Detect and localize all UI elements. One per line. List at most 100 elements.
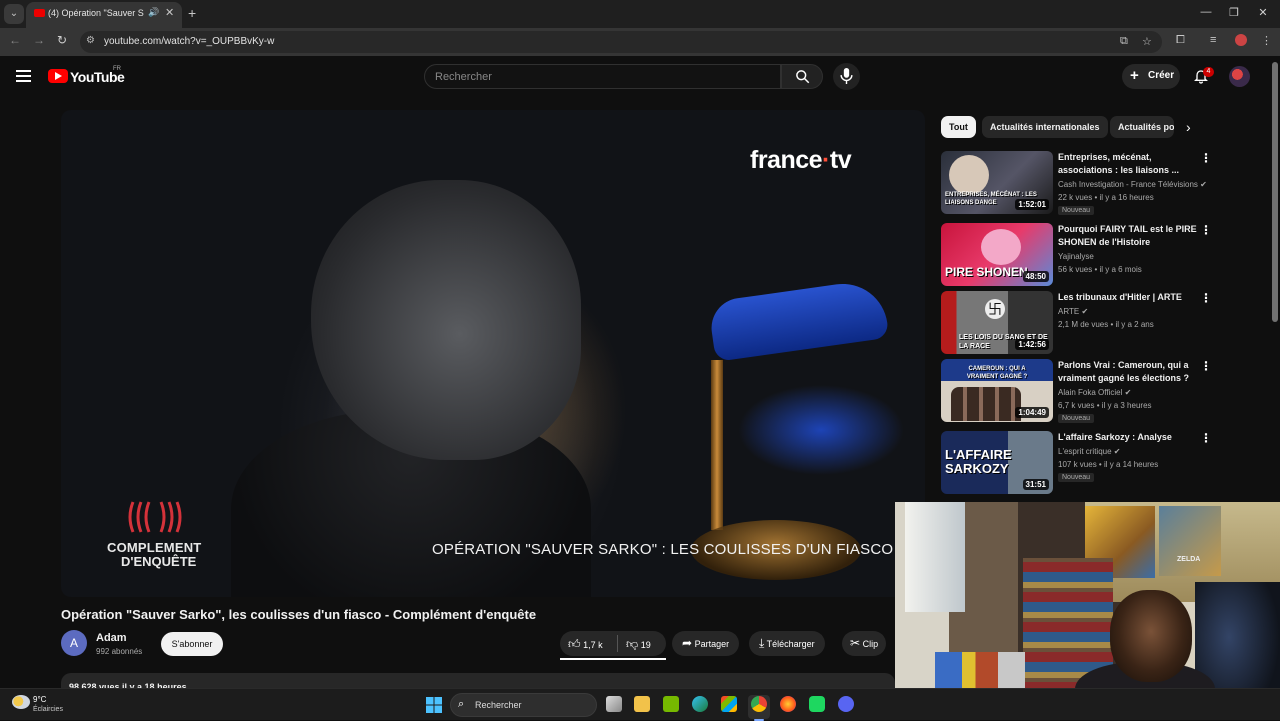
discord-icon[interactable] xyxy=(838,696,854,712)
share-button[interactable]: ➦ Partager xyxy=(672,631,740,656)
weather-partly-cloudy-icon[interactable] xyxy=(12,695,30,709)
nvidia-icon[interactable] xyxy=(663,696,679,712)
chip-all[interactable]: Tout xyxy=(941,116,976,138)
like-button[interactable]: 👍︎ 1,7 k xyxy=(568,637,603,652)
complement-enquete-line1: COMPLEMENT xyxy=(107,540,202,555)
like-separator xyxy=(617,635,618,652)
like-underline xyxy=(560,658,666,660)
search-input[interactable]: Rechercher xyxy=(424,64,781,89)
browser-tab-active[interactable]: (4) Opération "Sauver Sarko" 🔊 ✕ xyxy=(26,2,182,28)
related-video-title[interactable]: Entreprises, mécénat, associations : les… xyxy=(1058,151,1198,177)
related-video-card[interactable]: ENTREPRISES, MÉCÉNAT : LES LIAISONS DANG… xyxy=(941,151,1216,215)
chrome-menu-icon[interactable]: ⋮ xyxy=(1261,34,1272,47)
related-video-card[interactable]: 卐 LES LOIS DU SANG ET DE LA RACE 1:42:56… xyxy=(941,291,1216,355)
windows-start-icon[interactable] xyxy=(426,697,442,713)
reload-icon[interactable]: ↻ xyxy=(53,33,71,47)
channel-name-text: ARTE xyxy=(1058,307,1080,316)
related-video-thumbnail[interactable]: ENTREPRISES, MÉCÉNAT : LES LIAISONS DANG… xyxy=(941,151,1053,214)
minimize-icon[interactable]: — xyxy=(1196,6,1216,18)
browser-toolbar: ← → ↻ ⚙ youtube.com/watch?v=_OUPBBvKy-w … xyxy=(0,28,1280,56)
browser-tab-strip: ⌄ (4) Opération "Sauver Sarko" 🔊 ✕ + — ❐… xyxy=(0,0,1280,28)
search-button[interactable] xyxy=(781,64,823,89)
store-icon[interactable] xyxy=(721,696,737,712)
chip-political-news[interactable]: Actualités po xyxy=(1110,116,1174,138)
menu-icon[interactable] xyxy=(16,70,31,82)
related-video-meta: 2,1 M de vues • il y a 2 ans xyxy=(1058,320,1154,329)
related-video-channel: Alain Foka Officiel ✔ xyxy=(1058,388,1131,397)
more-options-icon[interactable]: ⋮ xyxy=(1200,151,1212,165)
weather-description[interactable]: Éclaircies xyxy=(33,706,63,713)
taskbar-search-input[interactable]: ⌕ Rechercher xyxy=(450,693,597,717)
related-video-thumbnail[interactable]: CAMEROUN : QUI A VRAIMENT GAGNÉ ? 1:04:4… xyxy=(941,359,1053,422)
related-video-title[interactable]: Les tribunaux d'Hitler | ARTE xyxy=(1058,291,1198,304)
reading-list-icon[interactable]: ≡ xyxy=(1210,34,1216,46)
thumbnail-portrait xyxy=(949,155,989,195)
app-green-icon[interactable] xyxy=(809,696,825,712)
more-options-icon[interactable]: ⋮ xyxy=(1200,431,1212,445)
complement-enquete-line2: D'ENQUÊTE xyxy=(121,554,197,569)
cast-icon[interactable]: ⧉ xyxy=(1120,35,1128,48)
clip-button[interactable]: ✂ Clip xyxy=(842,631,887,656)
thumbnail-text: PIRE SHONEN xyxy=(945,265,1028,279)
video-player[interactable]: france·tv COMPLEMENT D'ENQUÊTE OPÉRATION… xyxy=(61,110,925,597)
forward-icon[interactable]: → xyxy=(30,33,48,47)
youtube-logo-icon[interactable] xyxy=(48,69,68,83)
related-video-thumbnail[interactable]: PIRE SHONEN 48:50 xyxy=(941,223,1053,286)
voice-search-button[interactable] xyxy=(833,63,860,90)
thumbs-up-icon: 👍︎ xyxy=(568,637,581,651)
chip-international-news[interactable]: Actualités internationales xyxy=(982,116,1108,138)
bookmark-star-icon[interactable]: ☆ xyxy=(1142,35,1152,48)
related-video-thumbnail[interactable]: L'AFFAIRE SARKOZY 31:51 xyxy=(941,431,1053,494)
related-video-title[interactable]: Parlons Vrai : Cameroun, qui a vraiment … xyxy=(1058,359,1198,385)
france-tv-logo-suffix: tv xyxy=(829,146,852,174)
share-label: Partager xyxy=(694,639,730,649)
more-options-icon[interactable]: ⋮ xyxy=(1200,223,1212,237)
related-video-title[interactable]: L'affaire Sarkozy : Analyse xyxy=(1058,431,1198,444)
subscribe-button[interactable]: S'abonner xyxy=(161,632,223,656)
webcam-poster-text: ZELDA xyxy=(1177,556,1201,563)
file-explorer-icon[interactable] xyxy=(634,696,650,712)
download-button[interactable]: ⤓ Télécharger xyxy=(749,631,825,656)
site-info-icon[interactable]: ⚙ xyxy=(86,35,95,46)
webcam-person-head xyxy=(1110,590,1192,682)
page-scrollbar[interactable] xyxy=(1272,62,1278,322)
related-video-thumbnail[interactable]: 卐 LES LOIS DU SANG ET DE LA RACE 1:42:56 xyxy=(941,291,1053,354)
back-icon[interactable]: ← xyxy=(6,33,24,47)
channel-name[interactable]: Adam xyxy=(96,632,127,644)
extensions-icon[interactable]: ⧠ xyxy=(1176,34,1185,47)
new-tab-button[interactable]: + xyxy=(188,5,196,21)
like-count: 1,7 k xyxy=(583,640,603,650)
task-view-icon[interactable] xyxy=(606,696,622,712)
tab-close-icon[interactable]: ✕ xyxy=(165,6,174,19)
more-options-icon[interactable]: ⋮ xyxy=(1200,291,1212,305)
video-frame-lamp-pole xyxy=(711,360,723,530)
thumbnail-text-line2: SARKOZY xyxy=(945,461,1009,476)
related-video-title[interactable]: Pourquoi FAIRY TAIL est le PIRE SHONEN d… xyxy=(1058,223,1198,249)
create-button[interactable]: + Créer xyxy=(1122,64,1180,89)
related-video-card[interactable]: L'AFFAIRE SARKOZY 31:51 L'affaire Sarkoz… xyxy=(941,431,1216,495)
firefox-icon[interactable] xyxy=(780,696,796,712)
related-video-card[interactable]: CAMEROUN : QUI A VRAIMENT GAGNÉ ? 1:04:4… xyxy=(941,359,1216,423)
weather-temperature[interactable]: 9°C xyxy=(33,695,46,704)
dislike-button[interactable]: 👎︎ 19 xyxy=(626,637,651,652)
windows-taskbar: 9°C Éclaircies ⌕ Rechercher xyxy=(0,688,1280,721)
account-avatar[interactable] xyxy=(1229,66,1250,87)
more-options-icon[interactable]: ⋮ xyxy=(1200,359,1212,373)
channel-avatar[interactable]: A xyxy=(61,630,87,656)
restore-icon[interactable]: ❐ xyxy=(1224,6,1244,19)
chevron-right-icon[interactable]: › xyxy=(1186,119,1191,135)
tab-search-button[interactable]: ⌄ xyxy=(4,4,24,24)
plus-icon: + xyxy=(1130,67,1139,84)
verified-icon: ✔ xyxy=(1200,180,1207,189)
channel-name-text: L'esprit critique xyxy=(1058,447,1112,456)
video-title: Opération "Sauver Sarko", les coulisses … xyxy=(61,607,537,622)
chrome-icon[interactable] xyxy=(751,696,767,712)
profile-avatar[interactable] xyxy=(1235,34,1247,46)
new-badge: Nouveau xyxy=(1058,473,1095,482)
microphone-icon xyxy=(840,68,853,84)
window-close-icon[interactable]: ✕ xyxy=(1253,6,1273,19)
tab-audio-icon[interactable]: 🔊 xyxy=(148,7,159,18)
edge-icon[interactable] xyxy=(692,696,708,712)
address-bar[interactable]: ⚙ youtube.com/watch?v=_OUPBBvKy-w ⧉ ☆ xyxy=(80,31,1162,53)
related-video-card[interactable]: PIRE SHONEN 48:50 Pourquoi FAIRY TAIL es… xyxy=(941,223,1216,287)
